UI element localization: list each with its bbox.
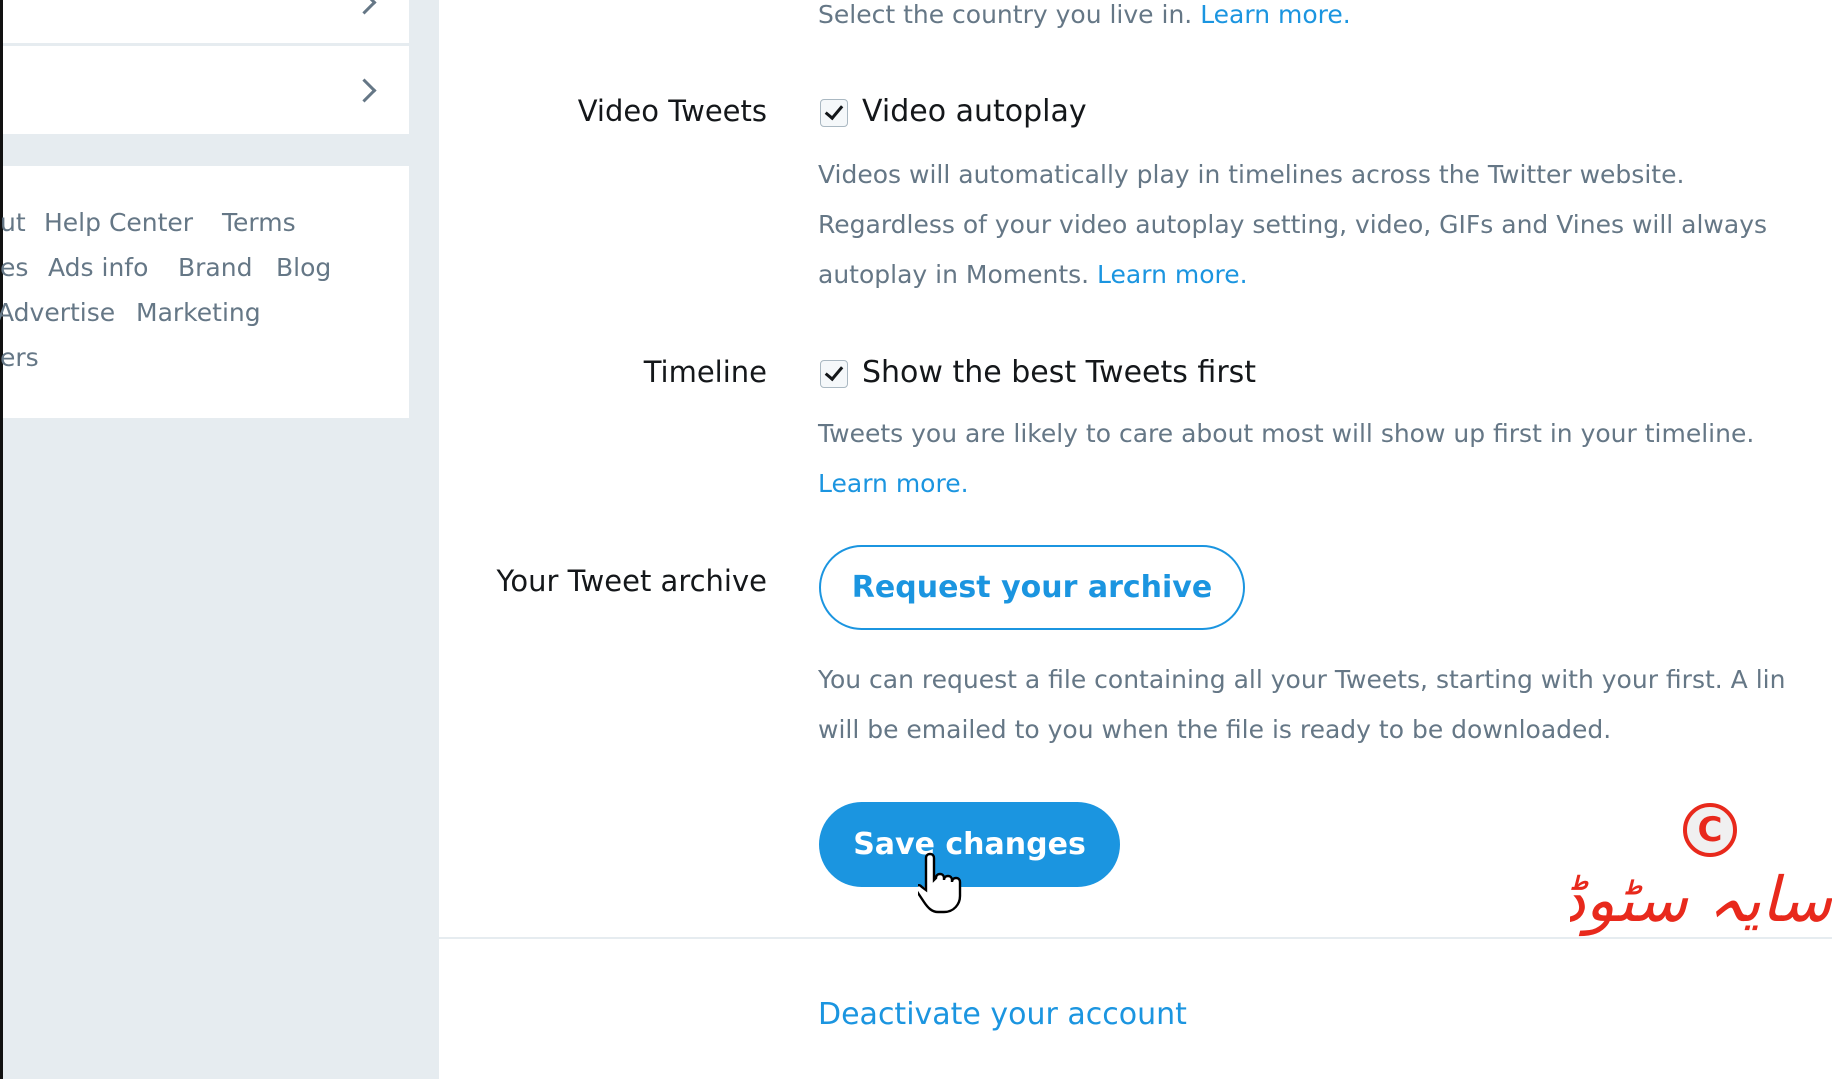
window-edge xyxy=(0,0,3,1079)
country-description: Select the country you live in. Learn mo… xyxy=(818,0,1351,40)
desc-line: You can request a file containing all yo… xyxy=(818,665,1786,694)
sidebar-menu-item[interactable] xyxy=(3,46,409,134)
footer-link-terms[interactable]: Terms xyxy=(222,208,296,237)
timeline-learn-more-link[interactable]: Learn more. xyxy=(818,459,1754,509)
desc-line: Regardless of your video autoplay settin… xyxy=(818,210,1768,239)
best-tweets-first-checkbox[interactable] xyxy=(820,360,848,388)
video-description: Videos will automatically play in timeli… xyxy=(818,150,1767,300)
country-desc-text: Select the country you live in. xyxy=(818,0,1193,29)
desc-line: will be emailed to you when the file is … xyxy=(818,715,1612,744)
tweet-archive-label: Your Tweet archive xyxy=(496,564,767,598)
watermark-copyright-icon: ©C xyxy=(1683,803,1737,857)
desc-line: autoplay in Moments. xyxy=(818,260,1090,289)
desc-line: Videos will automatically play in timeli… xyxy=(818,160,1685,189)
desc-line: Tweets you are likely to care about most… xyxy=(818,419,1755,448)
video-autoplay-label[interactable]: Video autoplay xyxy=(862,94,1087,129)
video-learn-more-link[interactable]: Learn more. xyxy=(1097,260,1248,289)
sidebar-menu-item[interactable] xyxy=(3,0,409,43)
footer-link-about[interactable]: ut xyxy=(0,208,26,237)
chevron-right-icon xyxy=(352,78,377,103)
best-tweets-first-label[interactable]: Show the best Tweets first xyxy=(862,355,1256,390)
footer-link-brand[interactable]: Brand xyxy=(178,253,252,282)
hand-cursor-icon xyxy=(918,852,962,914)
chevron-right-icon xyxy=(352,0,377,15)
footer-link-marketing[interactable]: Marketing xyxy=(136,298,261,327)
country-learn-more-link[interactable]: Learn more. xyxy=(1200,0,1351,29)
save-changes-button[interactable]: Save changes xyxy=(819,802,1120,887)
footer-link-blog[interactable]: Blog xyxy=(276,253,331,282)
video-tweets-label: Video Tweets xyxy=(577,94,767,128)
footer-link-cookies[interactable]: es xyxy=(0,253,28,282)
footer-link-help-center[interactable]: Help Center xyxy=(44,208,193,237)
timeline-description: Tweets you are likely to care about most… xyxy=(818,409,1754,509)
footer-link-ads-info[interactable]: Ads info xyxy=(48,253,148,282)
archive-description: You can request a file containing all yo… xyxy=(818,655,1785,755)
watermark-logo: سایہ سٹوڈیو xyxy=(1570,863,1832,936)
request-archive-button[interactable]: Request your archive xyxy=(819,545,1245,630)
footer-link-developers[interactable]: ers xyxy=(0,343,39,372)
deactivate-account-link[interactable]: Deactivate your account xyxy=(818,990,1187,1040)
footer-link-advertise[interactable]: Advertise xyxy=(0,298,115,327)
video-autoplay-checkbox[interactable] xyxy=(820,99,848,127)
timeline-label: Timeline xyxy=(643,355,767,389)
footer-links-card: ut Help Center Terms es Ads info Brand B… xyxy=(0,166,409,418)
